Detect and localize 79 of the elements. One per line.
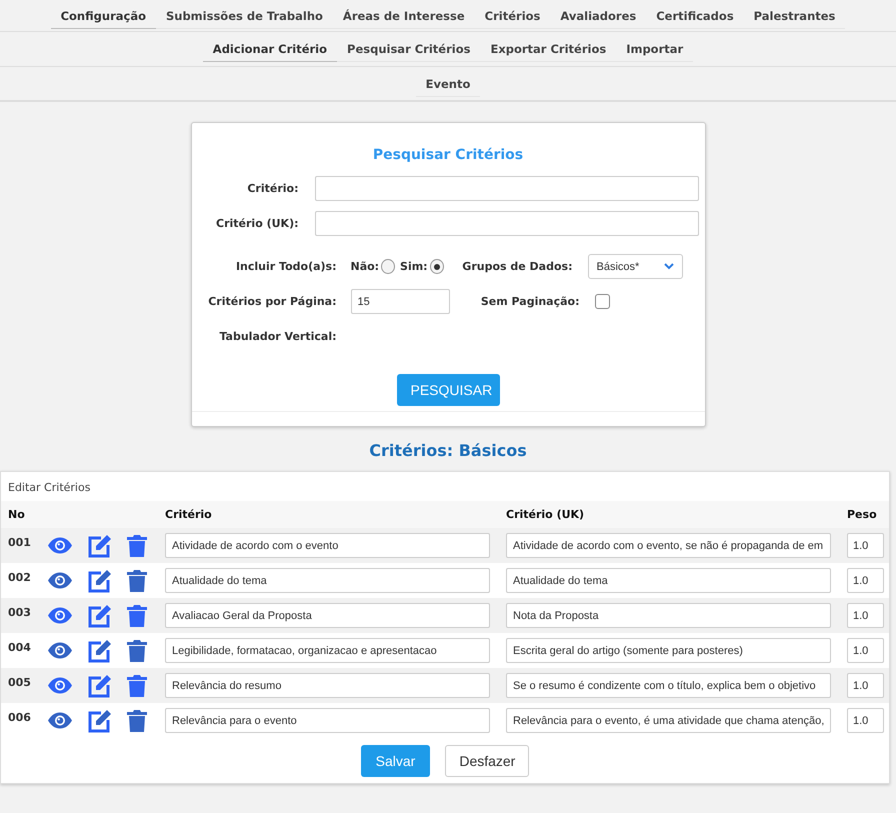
eye-icon[interactable]: [47, 607, 73, 624]
trash-icon[interactable]: [127, 568, 147, 592]
checkbox[interactable]: [594, 294, 610, 309]
criterion-field[interactable]: Atividade de acordo com o evento: [165, 533, 490, 558]
nav-tab[interactable]: Certificados: [646, 2, 744, 28]
column-header: Critério (UK): [506, 508, 586, 521]
weight-field[interactable]: 1.0: [847, 673, 884, 698]
edit-icon[interactable]: [87, 674, 113, 698]
criterion-field[interactable]: Relevância para o evento: [165, 708, 490, 733]
edit-icon[interactable]: [87, 534, 113, 558]
weight-field[interactable]: 1.0: [847, 568, 884, 593]
row-number: 003: [7, 606, 32, 619]
criterion-uk-field[interactable]: Relevância para o evento, é uma atividade que chama atenção,: [506, 708, 831, 733]
row-number: 004: [7, 641, 32, 654]
form-title: Pesquisar Critérios: [372, 147, 524, 163]
field-label: Tabulador Vertical:: [218, 330, 336, 343]
criterion-uk-field[interactable]: [314, 211, 698, 236]
edit-icon[interactable]: [87, 638, 113, 662]
radio-button[interactable]: [381, 259, 396, 274]
column-header: Critério: [165, 508, 213, 521]
criterion-uk-field[interactable]: Se o resumo é condizente com o título, explica bem o objetivo: [506, 673, 831, 698]
criterion-field[interactable]: Atualidade do tema: [165, 568, 490, 593]
field-label: Sem Paginação:: [480, 295, 580, 308]
criterion-uk-field[interactable]: Atividade de acordo com o evento, se não é propaganda de em: [506, 533, 831, 558]
per-page-field[interactable]: 15: [350, 289, 450, 314]
field-label: Critério:: [246, 182, 298, 195]
edit-icon[interactable]: [87, 604, 113, 628]
field-label: Grupos de Dados:: [461, 260, 572, 273]
eye-icon[interactable]: [47, 537, 73, 554]
nav-tab[interactable]: Áreas de Interesse: [332, 2, 475, 28]
chevron-down-icon: [664, 263, 674, 270]
nav-tab[interactable]: Critérios: [474, 2, 550, 28]
undo-button[interactable]: Desfazer: [445, 745, 530, 777]
eye-icon[interactable]: [47, 572, 73, 589]
column-header: No: [7, 508, 26, 521]
eye-icon[interactable]: [47, 642, 73, 659]
criterion-field[interactable]: Legibilidade, formatacao, organizacao e apresentacao: [165, 638, 490, 663]
eye-icon[interactable]: [47, 677, 73, 694]
edit-icon[interactable]: [87, 708, 113, 732]
sub-tab[interactable]: Exportar Critérios: [480, 36, 616, 62]
criterion-field[interactable]: [314, 176, 698, 201]
data-groups-dropdown[interactable]: Básicos*: [588, 254, 682, 279]
row-number: 006: [7, 711, 32, 724]
row-number: 002: [7, 571, 32, 584]
criterion-uk-field[interactable]: Atualidade do tema: [506, 568, 831, 593]
weight-field[interactable]: 1.0: [847, 533, 884, 558]
field-label: Critérios por Página:: [207, 295, 336, 308]
criterion-field[interactable]: Relevância do resumo: [165, 673, 490, 698]
eye-icon[interactable]: [47, 712, 73, 729]
context-tab[interactable]: Evento: [416, 70, 480, 96]
nav-tab[interactable]: Avaliadores: [550, 2, 646, 28]
nav-tab[interactable]: Submissões de Trabalho: [156, 2, 333, 28]
weight-field[interactable]: 1.0: [847, 708, 884, 733]
edit-icon[interactable]: [87, 568, 113, 592]
criterion-uk-field[interactable]: Escrita geral do artigo (somente para posteres): [506, 638, 831, 663]
weight-field[interactable]: 1.0: [847, 638, 884, 663]
table-caption: Editar Critérios: [7, 480, 92, 496]
radio-label: Sim:: [400, 260, 428, 273]
sub-tab[interactable]: Adicionar Critério: [202, 36, 338, 62]
trash-icon[interactable]: [127, 674, 147, 698]
trash-icon[interactable]: [127, 534, 147, 558]
field-label: Incluir Todo(a)s:: [234, 260, 336, 273]
trash-icon[interactable]: [127, 708, 147, 732]
radio-label: Não:: [350, 260, 380, 273]
sub-tab[interactable]: Importar: [616, 36, 694, 62]
row-number: 001: [7, 536, 32, 549]
weight-field[interactable]: 1.0: [847, 603, 884, 628]
results-title: Critérios: Básicos: [368, 441, 528, 460]
column-header: Peso: [847, 508, 878, 521]
trash-icon[interactable]: [127, 604, 147, 628]
nav-tab[interactable]: Palestrantes: [744, 2, 846, 28]
criterion-uk-field[interactable]: Nota da Proposta: [506, 603, 831, 628]
criterion-field[interactable]: Avaliacao Geral da Proposta: [165, 603, 490, 628]
field-label: Critério (UK):: [215, 217, 298, 230]
sub-tab[interactable]: Pesquisar Critérios: [337, 36, 480, 62]
row-number: 005: [7, 676, 32, 689]
trash-icon[interactable]: [127, 638, 147, 662]
nav-tab[interactable]: Configuração: [50, 2, 156, 28]
radio-button[interactable]: [430, 259, 444, 274]
